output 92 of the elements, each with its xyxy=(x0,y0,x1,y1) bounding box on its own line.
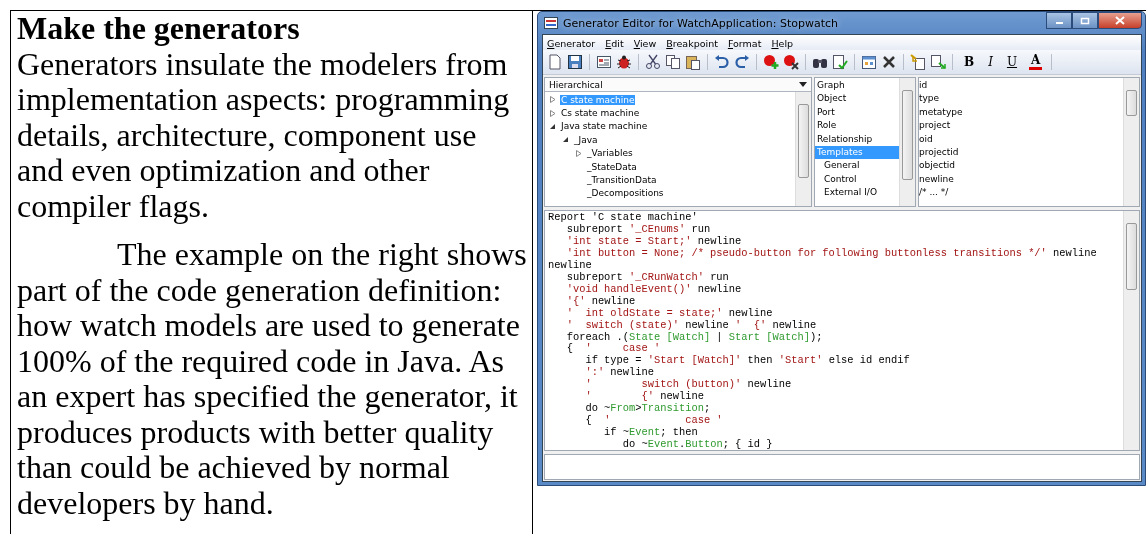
maximize-button[interactable] xyxy=(1072,12,1098,29)
scrollbar[interactable] xyxy=(1123,78,1139,206)
bug-icon[interactable] xyxy=(616,54,632,70)
collapse-arrow-icon[interactable] xyxy=(549,122,556,130)
code-line: Report 'C state machine' xyxy=(548,212,699,224)
list-item[interactable]: /* ... */ xyxy=(919,186,1123,200)
format-button[interactable]: U xyxy=(1004,55,1020,69)
code-line: if ~Event; then xyxy=(603,427,699,439)
code-line: { ' case ' xyxy=(565,343,662,355)
list-item[interactable]: Object xyxy=(815,92,899,106)
list-item[interactable]: newline xyxy=(919,172,1123,187)
tree-item[interactable]: _TransitionData xyxy=(586,175,658,186)
scrollbar[interactable] xyxy=(899,78,915,206)
calendar-icon[interactable] xyxy=(861,54,877,70)
code-line: '{' newline xyxy=(565,295,637,308)
expand-arrow-icon[interactable] xyxy=(549,109,556,117)
menu-item[interactable]: Generator xyxy=(547,38,596,49)
format-button[interactable]: I xyxy=(986,55,995,69)
menu-item[interactable]: Edit xyxy=(605,38,624,49)
expand-arrow-icon[interactable] xyxy=(575,149,582,157)
code-line: 'void handleEvent()' newline xyxy=(565,283,743,296)
tree-item[interactable]: Cs state machine xyxy=(560,108,641,119)
code-line: subreport '_CRunWatch' run xyxy=(565,271,730,284)
section-heading: Make the generators xyxy=(17,11,301,47)
copy-icon[interactable] xyxy=(665,54,681,70)
tree-item[interactable]: _StateData xyxy=(586,161,638,172)
list-item[interactable]: Control xyxy=(815,172,899,187)
list-item[interactable]: project xyxy=(919,119,1123,133)
code-line: { ' case ' xyxy=(584,415,724,427)
view-dropdown[interactable]: Hierarchical xyxy=(545,78,811,92)
scrollbar[interactable] xyxy=(1123,211,1139,450)
format-button[interactable]: A xyxy=(1029,54,1043,70)
menu-item[interactable]: Format xyxy=(727,38,762,49)
new-file-icon[interactable] xyxy=(547,54,563,70)
code-line: ' switch (state)' newline ' {' newline xyxy=(565,319,818,332)
list-item[interactable]: External I/O xyxy=(815,186,899,200)
list-item[interactable]: projectid xyxy=(919,145,1123,160)
check-document-icon[interactable] xyxy=(832,54,848,70)
code-line: subreport '_CEnums' run xyxy=(565,223,712,236)
code-line: ' int oldState = state;' newline xyxy=(565,307,774,320)
undo-icon[interactable] xyxy=(714,54,730,70)
list-item[interactable]: Role xyxy=(815,119,899,133)
code-line: ':' newline xyxy=(584,367,655,379)
body-paragraph: Generators insulate the modelers from implementation aspects: programming details, architecture, component use and even optimization and other compiler flags. xyxy=(17,46,511,224)
caret-icon xyxy=(799,82,807,87)
properties-icon[interactable] xyxy=(596,54,612,70)
list-item[interactable]: oid xyxy=(919,132,1123,146)
redo-icon[interactable] xyxy=(734,54,750,70)
paste-icon[interactable] xyxy=(685,54,701,70)
code-line: do ~From>Transition; xyxy=(584,403,712,415)
list-item[interactable]: Graph xyxy=(815,79,899,93)
import-icon[interactable] xyxy=(910,54,926,70)
code-line: ' switch (button)' newline xyxy=(584,379,793,391)
minimize-button[interactable] xyxy=(1046,12,1072,29)
code-line: ' {' newline xyxy=(584,391,705,403)
tree-item[interactable]: _Decompositions xyxy=(586,188,665,199)
delete-icon[interactable] xyxy=(881,54,897,70)
list-item[interactable]: id xyxy=(919,79,1123,93)
body-paragraph: The example on the right shows part of the code generation definition: how watch models are used to generate 100% of the required code in Java. As an expert has specified the generator, it produces products with better quality than could be achieved by normal developers by hand. xyxy=(17,237,528,521)
list-item[interactable]: metatype xyxy=(919,105,1123,120)
menu-item[interactable]: View xyxy=(633,38,657,49)
code-line: newline xyxy=(548,259,593,272)
tree-item[interactable]: _Variables xyxy=(586,148,634,159)
code-editor[interactable] xyxy=(544,210,1140,451)
collapse-arrow-icon[interactable] xyxy=(562,136,569,144)
list-item[interactable]: type xyxy=(919,92,1123,106)
code-line: foreach .(State [Watch] | Start [Watch]); xyxy=(565,331,824,343)
tree-item[interactable]: _Java xyxy=(573,134,599,145)
list-item[interactable]: objectid xyxy=(919,159,1123,173)
app-icon xyxy=(544,17,558,29)
maximize-icon xyxy=(1080,16,1090,25)
tree-item[interactable]: Java state machine xyxy=(560,121,649,132)
list-item[interactable]: Port xyxy=(815,105,899,120)
format-button[interactable]: B xyxy=(962,55,977,69)
scrollbar[interactable] xyxy=(795,92,811,206)
add-breakpoint-icon[interactable] xyxy=(763,54,779,70)
menu-item[interactable]: Help xyxy=(771,38,794,49)
expand-arrow-icon[interactable] xyxy=(549,96,556,104)
scissors-icon[interactable] xyxy=(645,54,661,70)
export-icon[interactable] xyxy=(930,54,946,70)
menu-item[interactable]: Breakpoint xyxy=(666,38,718,49)
window-title: Generator Editor for WatchApplication: Stopwatch xyxy=(563,16,840,30)
code-line: if type = 'Start [Watch]' then 'Start' else id endif xyxy=(584,355,911,367)
close-button[interactable] xyxy=(1098,12,1142,29)
code-line: 'int state = Start;' newline xyxy=(565,235,743,248)
remove-breakpoint-icon[interactable] xyxy=(783,54,799,70)
code-line: 'int button = None; /* pseudo-button for following buttonless transitions */' newline xyxy=(565,247,1098,260)
close-icon xyxy=(1115,16,1125,25)
code-line: do ~Event.Button; { id } xyxy=(621,439,774,450)
list-item[interactable]: General xyxy=(815,159,899,173)
save-icon[interactable] xyxy=(567,54,583,70)
list-item[interactable]: Relationship xyxy=(815,132,899,146)
